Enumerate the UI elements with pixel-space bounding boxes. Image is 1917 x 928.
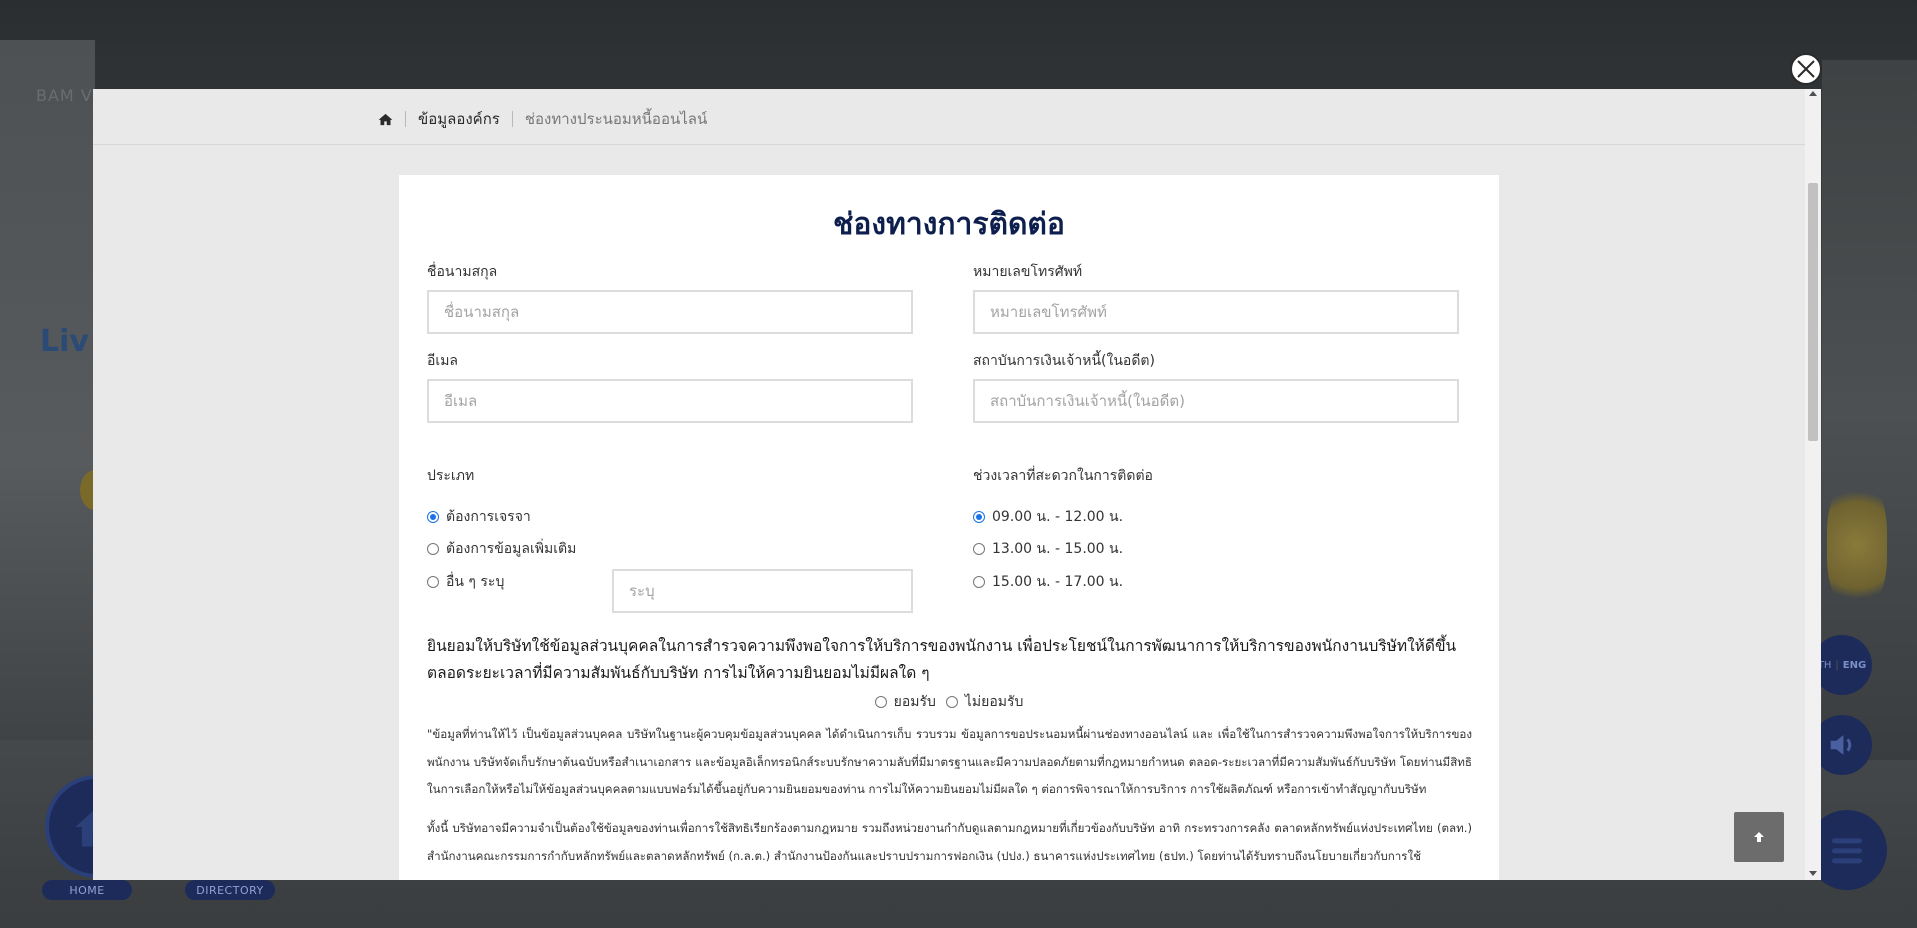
scroll-down-arrow-icon[interactable] (1809, 871, 1817, 876)
name-label: ชื่อนามสกุล (427, 264, 498, 280)
type-option-label: อื่น ๆ ระบุ (446, 574, 505, 590)
contact-time-option-label: 13.00 น. - 15.00 น. (992, 541, 1124, 557)
consent-accept-option[interactable]: ยอมรับ (874, 691, 936, 713)
scroll-thumb[interactable] (1808, 183, 1818, 441)
type-option-negotiate[interactable]: ต้องการเจรจา (427, 506, 531, 528)
creditor-label: สถาบันการเงินเจ้าหนี้(ในอดีต) (973, 353, 1155, 369)
contact-time-option-afternoon[interactable]: 13.00 น. - 15.00 น. (973, 538, 1123, 560)
consent-question: ยินยอมให้บริษัทใช้ข้อมูลส่วนบุคคลในการสำ… (427, 637, 1457, 682)
radio-button[interactable] (973, 511, 985, 523)
creditor-input[interactable] (973, 379, 1459, 423)
email-input[interactable] (427, 379, 913, 423)
contact-modal: ข้อมูลองค์กร ช่องทางประนอมหนี้ออนไลน์ ช่… (93, 89, 1821, 880)
consent-decline-label: ไม่ยอมรับ (964, 694, 1024, 710)
breadcrumb-separator (405, 111, 406, 127)
privacy-policy-paragraph-1: "ข้อมูลที่ท่านให้ไว้ เป็นข้อมูลส่วนบุคคล… (427, 727, 1472, 796)
menu-icon (1832, 838, 1862, 864)
background-home-label: HOME (42, 880, 132, 900)
phone-label: หมายเลขโทรศัพท์ (973, 264, 1083, 280)
form-title: ช่องทางการติดต่อ (833, 207, 1065, 242)
radio-button[interactable] (973, 543, 985, 555)
consent-accept-label: ยอมรับ (893, 694, 936, 710)
type-label: ประเภท (427, 468, 475, 484)
breadcrumb-bar: ข้อมูลองค์กร ช่องทางประนอมหนี้ออนไลน์ (93, 89, 1805, 145)
contact-form-card: ช่องทางการติดต่อ ชื่อนามสกุล หมายเลขโทรศ… (399, 175, 1499, 880)
background-building-left (0, 40, 95, 740)
type-option-other[interactable]: อื่น ๆ ระบุ (427, 571, 504, 593)
contact-time-option-morning[interactable]: 09.00 น. - 12.00 น. (973, 506, 1123, 528)
breadcrumb-item-organization[interactable]: ข้อมูลองค์กร (418, 107, 500, 131)
breadcrumb: ข้อมูลองค์กร ช่องทางประนอมหนี้ออนไลน์ (378, 107, 707, 131)
radio-button[interactable] (427, 576, 439, 588)
name-input[interactable] (427, 290, 913, 334)
close-icon (1797, 60, 1815, 78)
modal-scrollbar[interactable] (1805, 89, 1821, 880)
background-sound-button (1812, 715, 1872, 775)
scroll-to-top-button[interactable] (1734, 812, 1784, 862)
lang-en-label: ENG (1842, 659, 1867, 671)
radio-button[interactable] (973, 576, 985, 588)
breadcrumb-separator (511, 111, 513, 127)
email-label: อีเมล (427, 353, 459, 369)
home-icon (378, 113, 393, 125)
background-logo-text: BAM V (36, 86, 93, 105)
speaker-icon (1830, 735, 1852, 755)
arrow-up-icon (1754, 832, 1764, 842)
background-directory-label: DIRECTORY (185, 880, 275, 900)
background-live-text: Liv (40, 324, 89, 359)
radio-button[interactable] (427, 511, 439, 523)
contact-time-option-label: 15.00 น. - 17.00 น. (992, 574, 1124, 590)
contact-time-label: ช่วงเวลาที่สะดวกในการติดต่อ (973, 468, 1153, 484)
phone-input[interactable] (973, 290, 1459, 334)
contact-time-option-evening[interactable]: 15.00 น. - 17.00 น. (973, 571, 1123, 593)
type-option-more-info[interactable]: ต้องการข้อมูลเพิ่มเติม (427, 538, 576, 560)
scroll-up-arrow-icon[interactable] (1809, 91, 1817, 96)
type-option-label: ต้องการเจรจา (446, 509, 531, 525)
radio-button[interactable] (874, 696, 887, 708)
breadcrumb-home-link[interactable] (378, 112, 393, 127)
radio-button[interactable] (427, 543, 439, 555)
background-language-toggle: TH | ENG (1812, 635, 1872, 695)
close-modal-button[interactable] (1790, 53, 1822, 85)
type-other-input[interactable] (612, 569, 913, 613)
type-option-label: ต้องการข้อมูลเพิ่มเติม (446, 541, 577, 557)
privacy-policy-paragraph-2: ทั้งนี้ บริษัทอาจมีความจำเป็นต้องใช้ข้อม… (427, 821, 1472, 863)
background-tree (1827, 480, 1887, 610)
consent-decline-option[interactable]: ไม่ยอมรับ (945, 691, 1024, 713)
radio-button[interactable] (945, 696, 958, 708)
contact-time-option-label: 09.00 น. - 12.00 น. (992, 509, 1124, 525)
breadcrumb-item-current: ช่องทางประนอมหนี้ออนไลน์ (524, 110, 708, 128)
consent-choice: ยอมรับ ไม่ยอมรับ (399, 691, 1499, 713)
